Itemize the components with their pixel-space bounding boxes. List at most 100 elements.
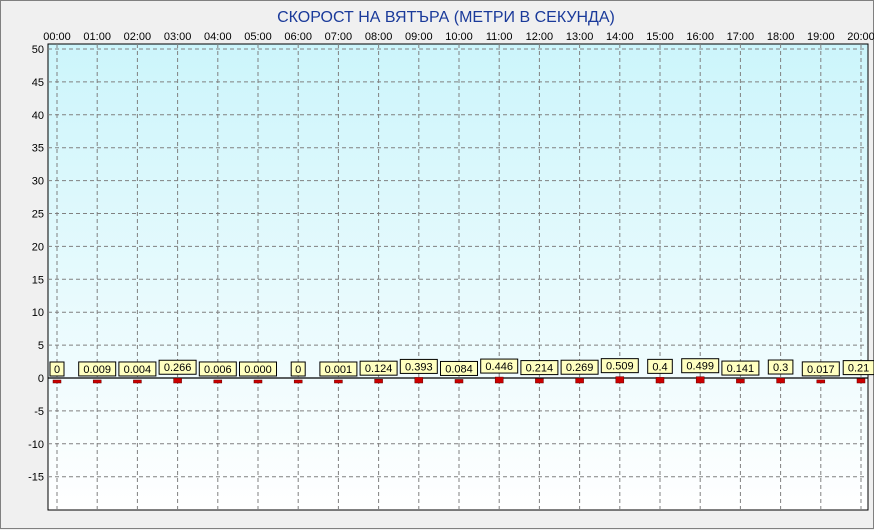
x-tick-label: 00:00	[43, 31, 71, 43]
data-label: 0.509	[600, 358, 639, 374]
x-tick-label: 14:00	[606, 31, 634, 43]
x-tick-label: 19:00	[807, 31, 835, 43]
y-tick-label: 15	[32, 274, 44, 286]
x-tick-label: 15:00	[646, 31, 674, 43]
bar	[173, 377, 182, 384]
data-label-text: 0.124	[365, 363, 393, 375]
bar	[736, 378, 745, 384]
x-tick-label: 10:00	[445, 31, 473, 43]
data-label: 0.006	[198, 361, 237, 377]
data-label: 0.393	[399, 358, 438, 374]
x-axis: 00:00 01:00 02:00 03:00 04:00 05:00 06:00 07:00…	[43, 31, 874, 43]
data-label-text: 0.001	[325, 364, 353, 376]
x-tick-label: 11:00	[486, 31, 513, 43]
x-tick-label: 12:00	[526, 31, 554, 43]
y-tick-label: 30	[32, 176, 44, 188]
data-label-text: 0.017	[807, 364, 835, 376]
data-label: 0.21	[842, 360, 874, 376]
bar	[52, 379, 62, 384]
bar	[414, 377, 424, 384]
y-tick-label: 50	[32, 44, 44, 56]
data-label-text: 0.006	[204, 364, 232, 376]
data-label: 0.004	[118, 361, 157, 377]
data-label-text: 0	[54, 364, 60, 376]
bar	[133, 379, 142, 384]
data-label-text: 0.266	[164, 362, 192, 374]
bar	[454, 379, 464, 384]
data-label: 0.4	[647, 358, 673, 374]
x-tick-label: 06:00	[284, 31, 312, 43]
data-label-text: 0.141	[727, 363, 755, 375]
x-tick-label: 17:00	[727, 31, 755, 43]
data-label: 0.084	[440, 360, 478, 376]
x-tick-label: 01:00	[83, 31, 111, 43]
wind-speed-chart: СКОРОСТ НА ВЯТЪРА (МЕТРИ В СЕКУНДА) 5045…	[28, 9, 874, 511]
data-label-text: 0.3	[773, 362, 788, 374]
data-label-text: 0.004	[124, 364, 152, 376]
bar	[535, 378, 544, 384]
y-tick-label: 5	[38, 340, 44, 352]
x-tick-label: 08:00	[365, 31, 393, 43]
x-tick-label: 02:00	[124, 31, 152, 43]
bar	[615, 376, 625, 384]
y-tick-label: -15	[28, 472, 44, 484]
y-tick-label: -5	[34, 406, 44, 418]
y-tick-label: 45	[32, 77, 44, 89]
data-label: 0.266	[158, 359, 197, 375]
chart-window: СКОРОСТ НА ВЯТЪРА (МЕТРИ В СЕКУНДА) 50 45…	[0, 0, 874, 529]
data-label: 0.141	[721, 360, 760, 376]
data-label-text: 0.009	[83, 364, 111, 376]
bar	[253, 379, 263, 384]
data-label-text: 0.393	[405, 361, 433, 373]
data-label: 0.499	[681, 358, 720, 374]
x-tick-label: 13:00	[566, 31, 594, 43]
x-tick-label: 09:00	[405, 31, 433, 43]
bar	[92, 379, 102, 384]
data-label-text: 0.21	[848, 363, 869, 375]
y-axis: 50454035302520151050-5-10-15	[28, 44, 44, 484]
bar	[655, 377, 665, 384]
data-label-text: 0.000	[244, 364, 272, 376]
data-label: 0.017	[801, 361, 840, 377]
bar	[494, 376, 504, 384]
bar	[856, 378, 866, 384]
y-tick-label: 0	[38, 373, 44, 385]
data-label-text: 0.509	[606, 361, 634, 373]
data-label-text: 0.446	[485, 361, 513, 373]
y-tick-label: 35	[32, 143, 44, 155]
y-tick-label: 40	[32, 110, 44, 122]
data-label-text: 0.499	[686, 361, 714, 373]
data-label: 0	[49, 361, 65, 377]
bar	[374, 378, 383, 384]
data-label-text: 0.084	[445, 363, 473, 375]
plot-area	[47, 43, 869, 511]
y-tick-label: 20	[32, 241, 44, 253]
data-labels: 0 0.009 0.004 0.266 0.006 0.000 0 0.001 0.124 0.3…	[49, 358, 874, 377]
bar	[816, 379, 826, 384]
bar	[695, 376, 705, 384]
y-tick-label: -10	[28, 439, 44, 451]
x-tick-label: 07:00	[325, 31, 353, 43]
data-label-text: 0	[295, 364, 301, 376]
x-tick-label: 04:00	[204, 31, 232, 43]
bar	[293, 379, 303, 384]
x-tick-label: 16:00	[686, 31, 714, 43]
bar	[776, 377, 785, 384]
x-tick-label: 20:00	[847, 31, 874, 43]
data-label-text: 0.269	[566, 362, 594, 374]
data-label: 0.3	[767, 359, 794, 375]
bar	[334, 379, 343, 384]
bar	[213, 379, 223, 384]
data-label: 0.009	[78, 361, 117, 377]
data-label-text: 0.4	[652, 361, 667, 373]
y-tick-label: 10	[32, 307, 44, 319]
data-label: 0.446	[480, 358, 519, 374]
data-label: 0.124	[359, 360, 398, 376]
data-label: 0.269	[560, 359, 599, 375]
data-label: 0.214	[520, 360, 559, 376]
data-label: 0.000	[239, 361, 277, 377]
x-tick-label: 05:00	[244, 31, 272, 43]
x-tick-label: 18:00	[767, 31, 795, 43]
data-label-text: 0.214	[526, 363, 554, 375]
x-tick-label: 03:00	[164, 31, 192, 43]
